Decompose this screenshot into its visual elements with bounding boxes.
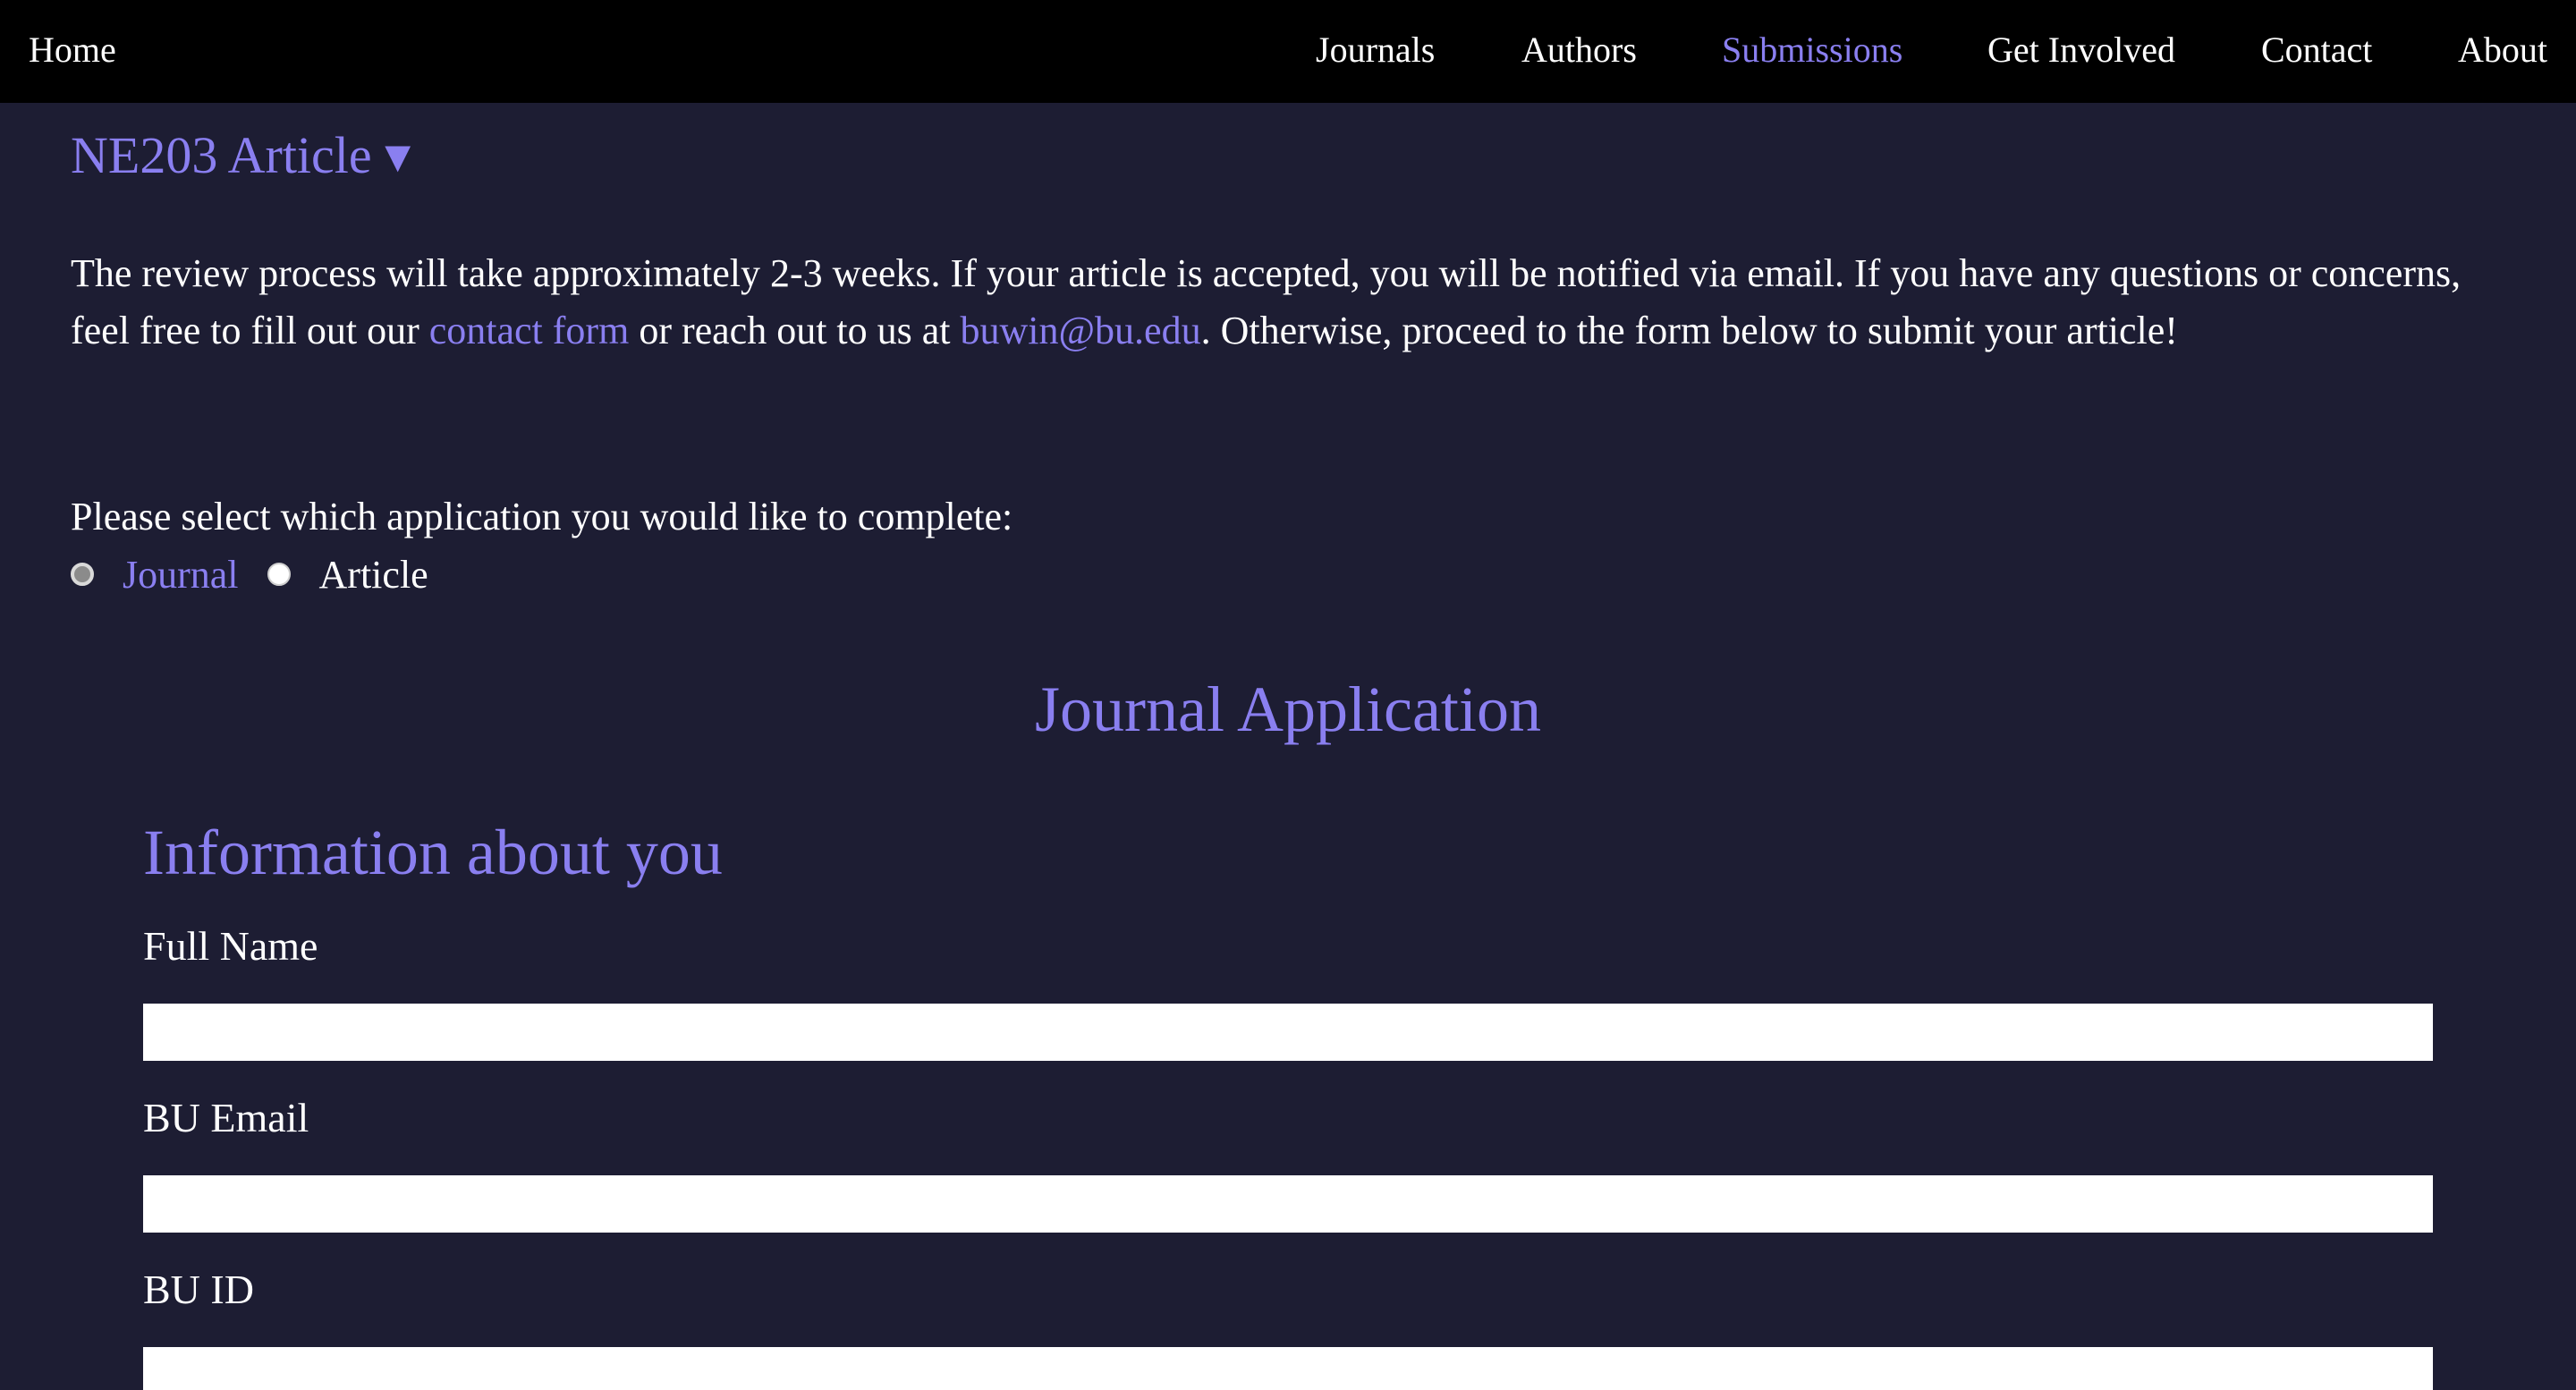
- nav-authors-link[interactable]: Authors: [1521, 25, 1637, 75]
- contact-form-link[interactable]: contact form: [429, 309, 630, 352]
- nav-about-link[interactable]: About: [2458, 25, 2547, 75]
- application-radio-group: Journal Article: [71, 546, 428, 603]
- radio-article[interactable]: [267, 563, 291, 586]
- top-navigation-bar: Home Journals Authors Submissions Get In…: [0, 0, 2576, 103]
- radio-journal[interactable]: [71, 563, 94, 586]
- intro-text-part-2: or reach out to us at: [629, 309, 961, 352]
- email-link[interactable]: buwin@bu.edu: [961, 309, 1201, 352]
- intro-paragraph: The review process will take approximate…: [71, 245, 2521, 360]
- radio-article-label[interactable]: Article: [319, 552, 428, 598]
- radio-journal-label[interactable]: Journal: [123, 552, 239, 598]
- nav-get-involved-link[interactable]: Get Involved: [1987, 25, 2175, 75]
- section-dropdown-toggle[interactable]: NE203 Article ▾: [71, 123, 411, 188]
- full-name-label: Full Name: [143, 923, 318, 969]
- bu-id-input[interactable]: [143, 1347, 2433, 1390]
- nav-journals-link[interactable]: Journals: [1316, 25, 1435, 75]
- bu-id-label: BU ID: [143, 1267, 254, 1312]
- application-title: Journal Application: [1035, 674, 1541, 745]
- intro-text-part-3: . Otherwise, proceed to the form below t…: [1200, 309, 2178, 352]
- bu-email-input[interactable]: [143, 1175, 2433, 1233]
- nav-submissions-link[interactable]: Submissions: [1722, 25, 1902, 75]
- nav-contact-link[interactable]: Contact: [2261, 25, 2372, 75]
- nav-home-link[interactable]: Home: [29, 25, 116, 75]
- full-name-input[interactable]: [143, 1004, 2433, 1061]
- application-select-prompt: Please select which application you woul…: [71, 495, 1013, 538]
- form-section-title: Information about you: [143, 817, 723, 888]
- bu-email-label: BU Email: [143, 1095, 309, 1140]
